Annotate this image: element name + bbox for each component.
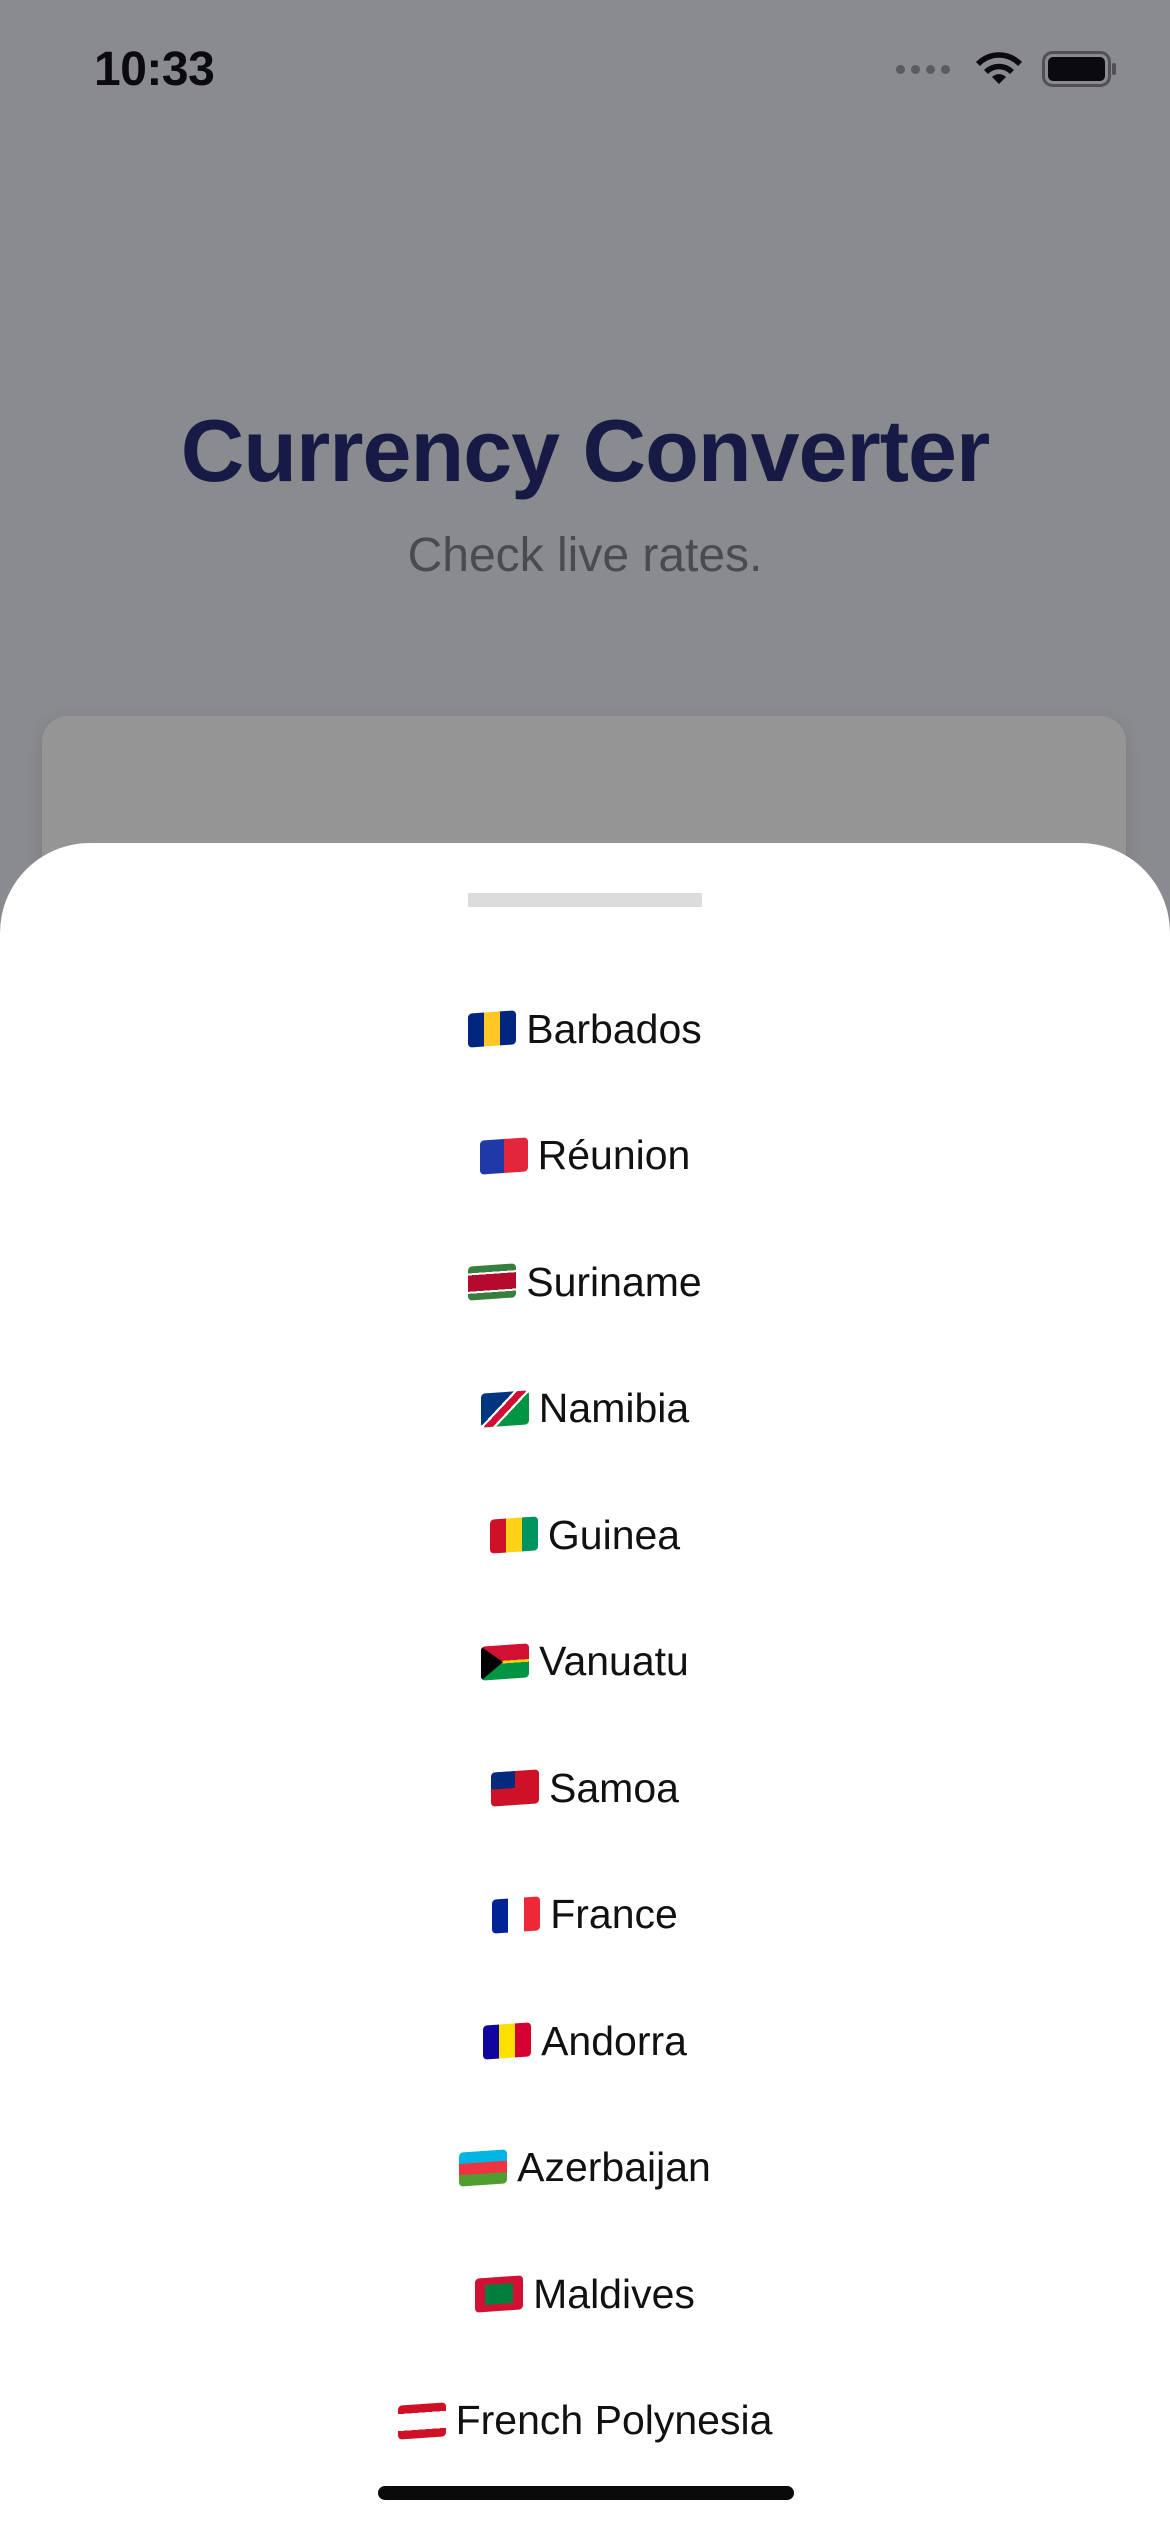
country-item-french-polynesia[interactable]: French Polynesia	[0, 2358, 1170, 2485]
status-time: 10:33	[94, 43, 215, 96]
country-picker-sheet: Barbados Réunion Suriname Namibia Guinea…	[0, 843, 1170, 2532]
country-item-guinea[interactable]: Guinea	[0, 1472, 1170, 1599]
country-item-andorra[interactable]: Andorra	[0, 1978, 1170, 2105]
country-name: Vanuatu	[539, 1638, 689, 1685]
country-list: Barbados Réunion Suriname Namibia Guinea…	[0, 966, 1170, 2484]
country-item-france[interactable]: France	[0, 1852, 1170, 1979]
country-name: Guinea	[547, 1511, 681, 1558]
country-name: Barbados	[526, 1005, 702, 1052]
france-flag-icon	[492, 1896, 541, 1934]
country-item-reunion[interactable]: Réunion	[0, 1093, 1170, 1220]
country-name: Réunion	[537, 1132, 691, 1179]
country-item-barbados[interactable]: Barbados	[0, 966, 1170, 1093]
battery-icon	[1042, 51, 1116, 87]
country-item-azerbaijan[interactable]: Azerbaijan	[0, 2105, 1170, 2232]
french-polynesia-flag-icon	[397, 2402, 446, 2440]
page-title: Currency Converter	[180, 401, 991, 500]
sheet-drag-handle[interactable]	[468, 893, 702, 907]
country-name: Maldives	[533, 2270, 695, 2317]
suriname-flag-icon	[468, 1263, 517, 1301]
reunion-flag-icon	[479, 1137, 528, 1175]
wifi-icon	[976, 52, 1022, 84]
country-name: Andorra	[541, 2017, 687, 2064]
status-icons	[896, 50, 1118, 88]
country-item-suriname[interactable]: Suriname	[0, 1219, 1170, 1346]
cellular-dots-icon	[896, 64, 950, 74]
country-item-maldives[interactable]: Maldives	[0, 2231, 1170, 2358]
barbados-flag-icon	[468, 1010, 517, 1048]
maldives-flag-icon	[475, 2275, 524, 2313]
azerbaijan-flag-icon	[459, 2149, 508, 2187]
vanuatu-flag-icon	[481, 1643, 530, 1681]
country-item-vanuatu[interactable]: Vanuatu	[0, 1599, 1170, 1726]
guinea-flag-icon	[489, 1516, 538, 1554]
country-name: Suriname	[526, 1258, 702, 1305]
country-name: France	[550, 1891, 678, 1938]
home-indicator[interactable]	[378, 2486, 794, 2500]
page-subtitle: Check live rates.	[407, 529, 763, 582]
country-name: Samoa	[549, 1764, 679, 1811]
country-item-samoa[interactable]: Samoa	[0, 1725, 1170, 1852]
country-name: Azerbaijan	[517, 2144, 711, 2191]
country-item-namibia[interactable]: Namibia	[0, 1346, 1170, 1473]
samoa-flag-icon	[491, 1769, 540, 1807]
status-bar: 10:33	[0, 0, 1170, 150]
namibia-flag-icon	[480, 1390, 529, 1428]
country-name: French Polynesia	[455, 2397, 773, 2444]
country-name: Namibia	[538, 1385, 690, 1432]
andorra-flag-icon	[483, 2022, 532, 2060]
